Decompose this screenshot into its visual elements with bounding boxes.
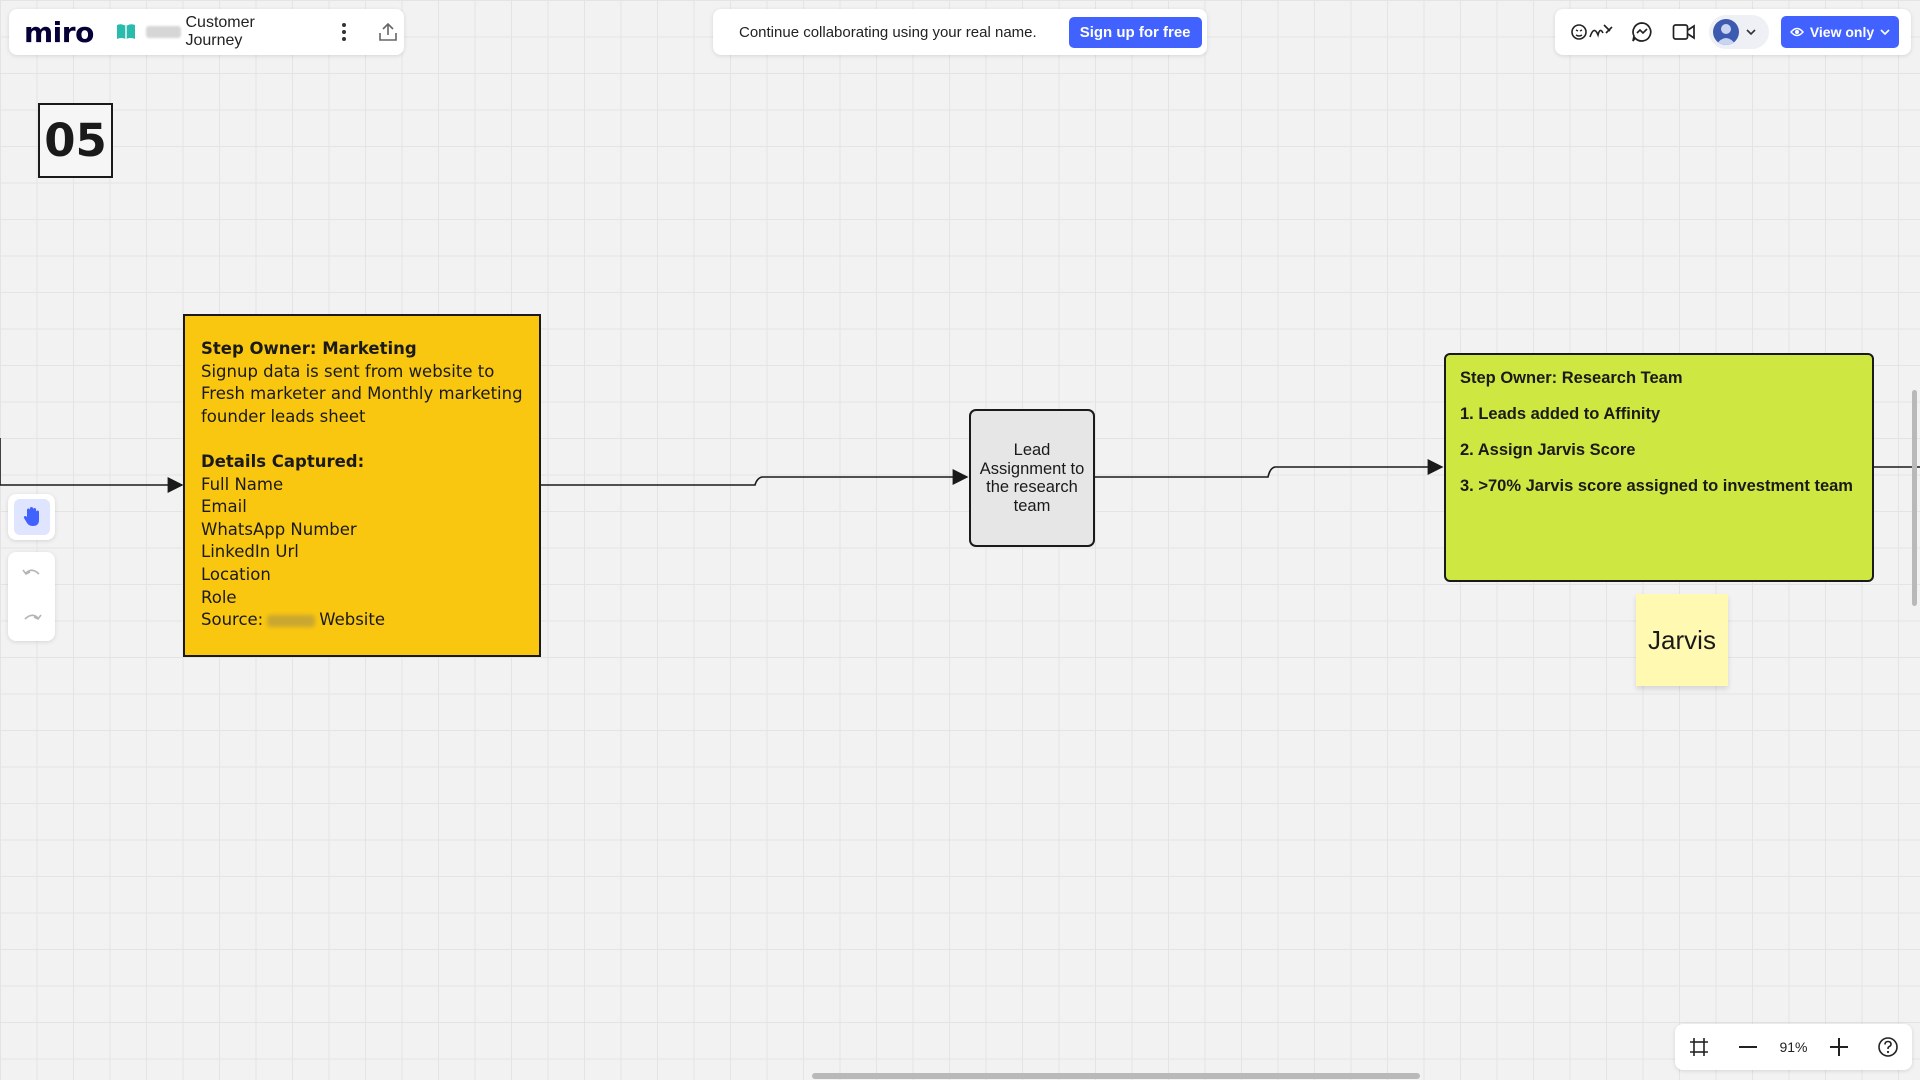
user-menu[interactable] (1709, 15, 1769, 49)
eye-icon (1789, 27, 1804, 37)
redo-icon[interactable] (15, 602, 49, 636)
detail-item: Location (201, 564, 271, 584)
detail-item: Email (201, 497, 247, 517)
signup-banner: Continue collaborating using your real n… (713, 9, 1207, 55)
vertical-scrollbar[interactable] (1912, 390, 1917, 606)
sticky-note-text: Jarvis (1648, 624, 1716, 655)
video-icon[interactable] (1667, 15, 1701, 49)
chevron-down-icon (1880, 29, 1890, 35)
minus-icon[interactable] (1731, 1030, 1765, 1064)
research-owner: Step Owner: Research Team (1460, 369, 1683, 387)
frame-number-label[interactable]: 05 (38, 103, 113, 178)
view-only-button[interactable]: View only (1781, 16, 1899, 48)
hand-icon[interactable] (13, 499, 50, 535)
redacted-text (267, 614, 316, 627)
detail-source: Source: Website (201, 609, 523, 632)
connector-marketing-to-lead (541, 469, 969, 486)
history-panel (8, 552, 55, 641)
lead-assignment-shape[interactable]: Lead Assignment to the research team (969, 409, 1095, 547)
view-only-label: View only (1809, 24, 1875, 40)
fit-screen-icon[interactable] (1682, 1030, 1716, 1064)
detail-item: Role (201, 587, 237, 607)
more-vertical-icon[interactable] (328, 15, 360, 49)
zoom-level[interactable]: 91% (1779, 1039, 1807, 1055)
lead-assignment-text: Lead Assignment to the research team (979, 441, 1085, 515)
marketing-step-card[interactable]: Step Owner: Marketing Signup data is sen… (183, 314, 541, 657)
sign-up-button[interactable]: Sign up for free (1068, 16, 1202, 48)
book-icon (116, 22, 136, 42)
board-title-text: Customer Journey (185, 14, 255, 49)
research-step-card[interactable]: Step Owner: Research Team 1. Leads added… (1444, 353, 1874, 582)
collaboration-panel: View only (1555, 9, 1911, 55)
source-prefix: Source: (201, 610, 264, 630)
detail-item: Full Name (201, 474, 284, 494)
board-header-panel: miro Customer Journey (9, 9, 404, 55)
comment-icon[interactable] (1625, 15, 1659, 49)
help-icon[interactable] (1871, 1030, 1905, 1064)
redacted-text (145, 26, 182, 38)
plus-icon[interactable] (1822, 1030, 1856, 1064)
research-item: 1. Leads added to Affinity (1460, 405, 1661, 423)
marketing-description: Signup data is sent from website to Fres… (201, 361, 523, 426)
miro-logo[interactable]: miro (24, 16, 94, 49)
details-heading: Details Captured: (201, 451, 365, 471)
upload-icon[interactable] (372, 15, 404, 49)
connector-left-to-marketing (0, 438, 184, 493)
horizontal-scrollbar[interactable] (812, 1073, 1420, 1079)
research-item: 3. >70% Jarvis score assigned to investm… (1460, 477, 1853, 495)
banner-text: Continue collaborating using your real n… (739, 23, 1037, 41)
zoom-panel: 91% (1675, 1024, 1912, 1070)
detail-item: WhatsApp Number (201, 519, 357, 539)
tool-panel (8, 494, 55, 540)
detail-item: LinkedIn Url (201, 542, 299, 562)
source-suffix: Website (319, 610, 386, 630)
undo-icon[interactable] (15, 557, 49, 591)
connector-lead-to-research (1095, 459, 1444, 478)
reactions-icon[interactable] (1569, 15, 1615, 49)
chevron-down-icon (1746, 29, 1756, 35)
sticky-note-jarvis[interactable]: Jarvis (1636, 594, 1728, 686)
research-item: 2. Assign Jarvis Score (1460, 441, 1636, 459)
user-avatar-icon (1713, 19, 1739, 45)
marketing-owner: Step Owner: Marketing (201, 339, 417, 358)
board-title[interactable]: Customer Journey (145, 14, 308, 50)
